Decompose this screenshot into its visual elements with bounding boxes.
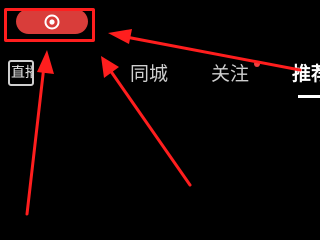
follow-notification-dot xyxy=(254,61,260,67)
app-screen: 直播 同城 关注 推荐 xyxy=(0,0,320,240)
tab-city[interactable]: 同城 xyxy=(130,62,168,86)
live-tab[interactable]: 直播 xyxy=(8,60,34,86)
live-icon-label: 直播 xyxy=(11,65,32,81)
active-tab-indicator xyxy=(298,95,320,98)
tab-follow[interactable]: 关注 xyxy=(211,62,249,86)
highlight-box xyxy=(4,8,95,42)
tab-recommend[interactable]: 推荐 xyxy=(292,62,320,86)
